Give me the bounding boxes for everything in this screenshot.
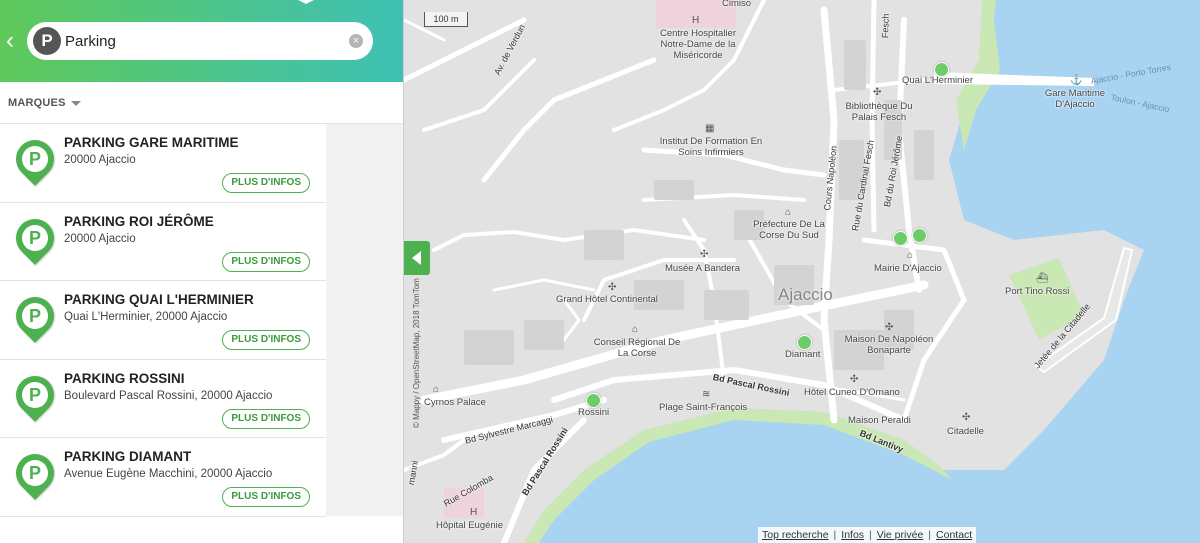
map-view[interactable]: Cimiso H Centre Hospitalier Notre-Dame d… [404, 0, 1200, 543]
brands-dropdown-label: MARQUES [8, 97, 66, 109]
map-label-institut: Institut De Formation En Soins Infirmier… [659, 136, 763, 158]
map-attribution: © Mappy / OpenStreetMap, 2018 TomTom [412, 278, 421, 428]
parking-marker-roi-2[interactable] [912, 228, 927, 243]
map-label-maison: Maison De Napoléon Bonaparte [844, 334, 934, 356]
footer-link-infos[interactable]: Infos [841, 529, 864, 541]
clear-search-icon[interactable]: × [349, 34, 363, 48]
hospital-icon: H [470, 507, 478, 518]
back-chevron-icon[interactable]: ‹ [6, 28, 22, 54]
caret-down-icon [70, 100, 81, 106]
government-icon: ⌂ [785, 207, 792, 218]
parking-marker-quai[interactable] [934, 62, 949, 77]
map-label-bibliotheque: Bibliothèque Du Palais Fesch [845, 101, 913, 123]
map-label-mairie: Mairie D'Ajaccio [874, 263, 942, 274]
more-info-button[interactable]: PLUS D'INFOS [222, 173, 310, 193]
results-list: P PARKING GARE MARITIME 20000 Ajaccio PL… [0, 124, 403, 517]
museum-icon: ✣ [885, 322, 894, 333]
parking-pin-icon: P [8, 210, 62, 265]
footer-separator: | [869, 529, 872, 541]
result-title: PARKING ROSSINI [64, 370, 185, 386]
map-label-cyrnos: Cyrnos Palace [424, 397, 486, 408]
map-label-prefecture: Préfecture De La Corse Du Sud [753, 219, 825, 241]
port-icon: ⛴ [1036, 273, 1049, 284]
footer-link-contact[interactable]: Contact [936, 529, 972, 541]
hotel-icon: ⌂ [433, 384, 440, 395]
map-label-grand-hotel: Grand Hôtel Continental [556, 294, 658, 305]
school-icon: ▦ [705, 123, 715, 134]
result-item[interactable]: P PARKING ROI JÉRÔME 20000 Ajaccio PLUS … [0, 202, 326, 281]
street-label-fesch-top: Fesch [880, 13, 891, 39]
footer-separator: | [833, 529, 837, 541]
more-info-button[interactable]: PLUS D'INFOS [222, 408, 310, 429]
museum-icon: ✣ [850, 374, 859, 385]
parking-marker-diamant[interactable] [797, 335, 812, 350]
result-title: PARKING ROI JÉRÔME [64, 213, 214, 229]
map-label-peraldi: Maison Peraldi [848, 415, 911, 426]
hospital-icon: H [692, 15, 700, 26]
map-label-cuneo: Hôtel Cuneo D'Ornano [804, 387, 900, 398]
result-address: Avenue Eugène Macchini, 20000 Ajaccio [64, 468, 273, 480]
footer-link-vie-privee[interactable]: Vie privée [877, 529, 924, 541]
map-label-hospital: Centre Hospitalier Notre-Dame de la Misé… [659, 28, 737, 61]
parking-pin-icon: P [8, 367, 62, 422]
map-label-rossini: Rossini [578, 407, 610, 418]
result-item[interactable]: P PARKING QUAI L'HERMINIER Quai L'Hermin… [0, 281, 326, 360]
result-address: Boulevard Pascal Rossini, 20000 Ajaccio [64, 389, 273, 402]
result-item[interactable]: P PARKING GARE MARITIME 20000 Ajaccio PL… [0, 124, 326, 203]
more-info-button[interactable]: PLUS D'INFOS [222, 330, 310, 350]
result-address: Quai L'Herminier, 20000 Ajaccio [64, 311, 228, 323]
parking-marker-rossini[interactable] [586, 393, 601, 408]
sidebar: ‹ P × MARQUES P PARKING GARE MARITIME 20… [0, 0, 404, 543]
map-label-hospital-top: Cimiso [722, 0, 752, 9]
museum-icon: ✣ [700, 249, 709, 260]
app-window: ‹ P × MARQUES P PARKING GARE MARITIME 20… [0, 0, 1200, 543]
result-item[interactable]: P PARKING DIAMANT Avenue Eugène Macchini… [0, 438, 326, 517]
map-label-port: Port Tino Rossi [1005, 286, 1070, 297]
brands-dropdown[interactable]: MARQUES [8, 97, 81, 109]
map-label-citadelle: Citadelle [947, 426, 984, 437]
ferry-icon: ⚓ [1070, 75, 1083, 86]
search-box: P × [27, 22, 373, 60]
result-item[interactable]: P PARKING ROSSINI Boulevard Pascal Rossi… [0, 359, 326, 438]
map-label-quai: Quai L'Herminier [902, 75, 973, 86]
footer-separator: | [928, 529, 932, 541]
filter-row: MARQUES [0, 82, 403, 124]
parking-logo-icon: P [33, 27, 61, 55]
footer-link-top-recherche[interactable]: Top recherche [762, 529, 829, 541]
triangle-left-icon [412, 251, 421, 265]
map-label-musee: Musée A Bandera [665, 263, 740, 274]
parking-marker-roi-1[interactable] [893, 231, 908, 246]
parking-pin-icon: P [8, 446, 62, 500]
header-notch [298, 0, 314, 4]
museum-icon: ✣ [962, 412, 971, 423]
parking-pin-icon: P [8, 289, 62, 343]
result-title: PARKING GARE MARITIME [64, 135, 239, 150]
museum-icon: ✣ [608, 282, 617, 293]
result-address: 20000 Ajaccio [64, 232, 136, 245]
search-header: ‹ P × [0, 0, 403, 82]
map-label-plage: Plage Saint-François [659, 402, 748, 413]
search-input[interactable] [65, 28, 335, 54]
map-city-label: Ajaccio [778, 285, 833, 304]
parking-pin-icon: P [8, 132, 62, 186]
map-scale: 100 m [424, 12, 468, 27]
more-info-button[interactable]: PLUS D'INFOS [222, 487, 310, 507]
poi-icon: ✣ [873, 87, 882, 98]
government-icon: ⌂ [632, 324, 639, 335]
map-label-diamant: Diamant [785, 349, 821, 360]
result-title: PARKING QUAI L'HERMINIER [64, 292, 254, 307]
result-title: PARKING DIAMANT [64, 449, 192, 464]
map-label-conseil: Conseil Régional De La Corse [593, 337, 681, 359]
collapse-sidebar-button[interactable] [404, 241, 430, 275]
map-label-gare: Gare Maritime D'Ajaccio [1044, 88, 1106, 110]
government-icon: ⌂ [907, 250, 914, 261]
beach-icon: ≋ [702, 389, 711, 400]
map-label-hopital: Hôpital Eugénie [436, 520, 504, 531]
footer-links: Top recherche | Infos | Vie privée | Contact [758, 527, 977, 543]
more-info-button[interactable]: PLUS D'INFOS [222, 251, 310, 272]
result-address: 20000 Ajaccio [64, 154, 136, 166]
